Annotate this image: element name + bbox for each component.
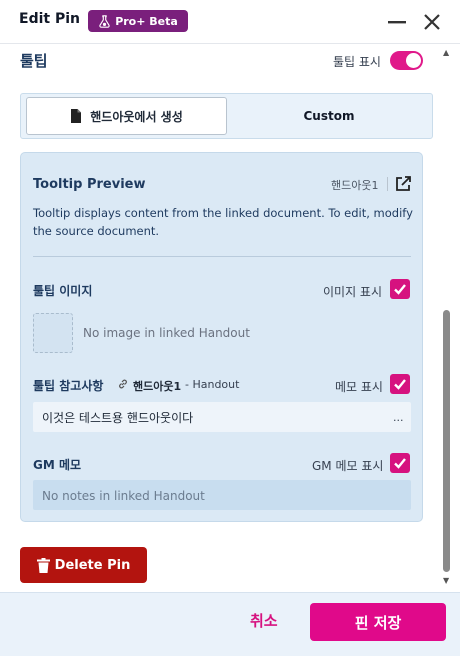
gm-notes-show-checkbox[interactable]: [390, 453, 410, 473]
notes-show-label: 메모 표시: [335, 380, 383, 394]
gm-notes-show-label: GM 메모 표시: [312, 459, 384, 473]
source-segmented-control: 핸드아웃에서 생성 Custom: [20, 93, 433, 139]
trash-icon: [36, 557, 50, 573]
tooltip-show-label: 툴팁 표시: [333, 55, 381, 69]
dialog-footer: 취소 핀 저장: [0, 592, 460, 656]
source-divider: [387, 177, 388, 191]
notes-preview-box: 이것은 테스트용 핸드아웃이다 ...: [33, 402, 411, 432]
delete-pin-label: Delete Pin: [54, 557, 131, 573]
notes-show-checkbox[interactable]: [390, 374, 410, 394]
divider: [33, 256, 411, 257]
checkmark-icon: [394, 284, 406, 295]
notes-overflow-indicator: ...: [393, 411, 404, 424]
linked-handout-name[interactable]: 핸드아웃1: [133, 378, 181, 394]
preview-source-name: 핸드아웃1: [331, 179, 379, 192]
tooltip-notes-label: 툴팁 참고사항: [33, 379, 104, 393]
badge-label: Pro+ Beta: [115, 14, 178, 28]
document-icon: [71, 109, 82, 123]
save-pin-button[interactable]: 핀 저장: [310, 603, 446, 641]
gm-notes-preview-box: No notes in linked Handout: [33, 480, 411, 510]
image-show-label: 이미지 표시: [323, 285, 383, 299]
tooltip-toggle[interactable]: [390, 51, 423, 70]
tooltip-section-title: 툴팁: [20, 52, 48, 70]
tab-custom-label: Custom: [303, 109, 355, 123]
image-empty-text: No image in linked Handout: [83, 326, 250, 340]
link-icon: [119, 379, 127, 389]
tab-custom[interactable]: Custom: [229, 97, 429, 135]
checkmark-icon: [394, 458, 406, 469]
scrollbar-thumb[interactable]: [443, 310, 450, 572]
pro-beta-badge: Pro+ Beta: [88, 10, 188, 32]
tab-from-handout[interactable]: 핸드아웃에서 생성: [26, 97, 227, 135]
external-link-icon[interactable]: [394, 175, 412, 193]
linked-handout-suffix: - Handout: [185, 378, 240, 391]
preview-title: Tooltip Preview: [33, 177, 146, 192]
gm-notes-label: GM 메모: [33, 458, 82, 472]
image-placeholder: [33, 313, 73, 353]
flask-icon: [99, 14, 110, 28]
close-icon: [424, 14, 440, 30]
minimize-icon: [388, 21, 406, 24]
scroll-up-icon[interactable]: ▲: [443, 48, 449, 57]
close-button[interactable]: [420, 10, 444, 34]
minimize-button[interactable]: [385, 10, 409, 34]
preview-description: Tooltip displays content from the linked…: [33, 206, 413, 238]
tab-from-handout-label: 핸드아웃에서 생성: [90, 109, 183, 124]
scroll-down-icon[interactable]: ▼: [443, 576, 449, 585]
tooltip-image-label: 툴팁 이미지: [33, 284, 93, 298]
cancel-button[interactable]: 취소: [250, 610, 278, 631]
delete-pin-button[interactable]: Delete Pin: [20, 547, 147, 583]
window-title: Edit Pin: [19, 11, 80, 27]
toggle-knob: [406, 53, 421, 68]
notes-preview-text: 이것은 테스트용 핸드아웃이다: [42, 411, 194, 425]
tooltip-preview-card: Tooltip Preview 핸드아웃1 Tooltip displays c…: [20, 152, 423, 522]
title-bar: Edit Pin Pro+ Beta: [0, 0, 460, 44]
image-show-checkbox[interactable]: [390, 279, 410, 299]
gm-notes-empty-text: No notes in linked Handout: [42, 489, 205, 503]
checkmark-icon: [394, 379, 406, 390]
